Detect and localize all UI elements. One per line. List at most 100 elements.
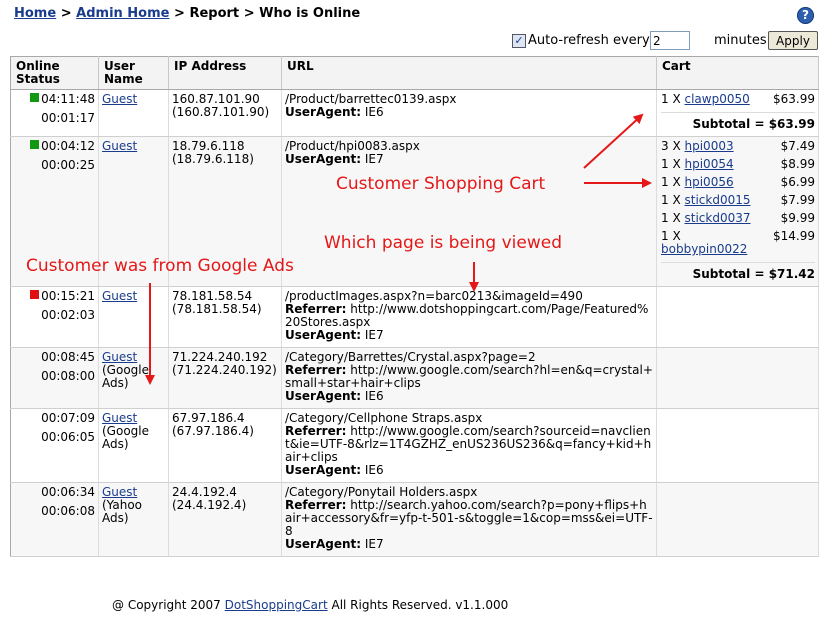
cart-price: $14.99 — [773, 229, 815, 243]
visitor-source: (Google Ads) — [102, 424, 149, 451]
minutes-label: minutes — [714, 33, 767, 48]
user-agent-label: UserAgent: — [285, 463, 362, 477]
cart-item-link[interactable]: bobbypin0022 — [661, 242, 747, 256]
status-indicator-icon — [30, 140, 40, 149]
ip-address-cell: 78.181.58.54 (78.181.58.54) — [168, 286, 282, 348]
cart-line-item: 1 X hpi0056 $6.99 — [661, 176, 815, 189]
online-time: 00:08:45 — [41, 350, 95, 364]
cart-item-link[interactable]: hpi0054 — [685, 157, 734, 171]
cart-price: $9.99 — [780, 211, 815, 225]
online-status-cell: 04:11:48 00:01:17 — [10, 89, 99, 137]
breadcrumb-admin-home-link[interactable]: Admin Home — [76, 6, 169, 21]
cart-price: $6.99 — [780, 175, 815, 189]
breadcrumb-separator: > — [174, 6, 185, 21]
user-agent-label: UserAgent: — [285, 537, 362, 551]
cart-qty: 1 X — [661, 92, 681, 106]
subtotal-value: $63.99 — [768, 117, 815, 131]
user-name-cell: Guest (Yahoo Ads) — [98, 482, 169, 557]
subtotal-value: $71.42 — [768, 267, 815, 281]
column-header-url[interactable]: URL — [281, 56, 657, 90]
annotation-google-ads: Customer was from Google Ads — [26, 256, 294, 276]
breadcrumb-separator: > — [243, 6, 255, 21]
user-link[interactable]: Guest — [102, 411, 137, 425]
referrer-label: Referrer: — [285, 302, 347, 316]
breadcrumb-home-link[interactable]: Home — [14, 6, 56, 21]
column-header-cart[interactable]: Cart — [656, 56, 819, 90]
cart-line-item: 1 X clawp0050 $63.99 — [661, 93, 815, 106]
user-agent-value: IE6 — [364, 389, 384, 403]
cart-price: $7.99 — [780, 193, 815, 207]
cart-cell — [656, 347, 819, 409]
ip-address-resolved: (18.79.6.118) — [172, 152, 254, 166]
user-link[interactable]: Guest — [102, 92, 137, 106]
auto-refresh-label: Auto-refresh every — [528, 33, 650, 48]
user-link[interactable]: Guest — [102, 485, 137, 499]
user-link[interactable]: Guest — [102, 289, 137, 303]
user-agent-label: UserAgent: — [285, 389, 362, 403]
column-header-user[interactable]: User Name — [98, 56, 169, 90]
ip-address-resolved: (160.87.101.90) — [172, 105, 270, 119]
cart-qty: 1 X — [661, 157, 681, 171]
user-link[interactable]: Guest — [102, 350, 137, 364]
auto-refresh-checkbox[interactable]: ✓ — [512, 34, 526, 48]
user-name-cell: Guest (Google Ads) — [98, 347, 169, 409]
user-link[interactable]: Guest — [102, 139, 137, 153]
cart-item-link[interactable]: stickd0037 — [685, 211, 751, 225]
ip-address-cell: 71.224.240.192 (71.224.240.192) — [168, 347, 282, 409]
status-indicator-icon — [30, 93, 40, 102]
cart-item-link[interactable]: hpi0003 — [685, 139, 734, 153]
status-indicator-icon — [30, 290, 40, 299]
referrer-label: Referrer: — [285, 424, 347, 438]
user-agent-value: IE6 — [364, 463, 384, 477]
page-title: Who is Online — [259, 6, 361, 21]
user-agent-value: IE7 — [364, 537, 384, 551]
cart-qty: 1 X — [661, 229, 681, 243]
refresh-minutes-input[interactable] — [650, 31, 690, 50]
cart-cell — [656, 286, 819, 348]
table-row: 00:07:09 00:06:05 Guest (Google Ads) 67.97.1… — [10, 408, 819, 483]
url-cell: /productImages.aspx?n=barc0213&imageId=4… — [281, 286, 657, 348]
user-agent-value: IE7 — [364, 152, 384, 166]
cart-subtotal: Subtotal = $63.99 — [661, 112, 815, 131]
footer-rights: All Rights Reserved. v1.1.000 — [331, 598, 509, 612]
cart-item-link[interactable]: stickd0015 — [685, 193, 751, 207]
visitor-source: (Yahoo Ads) — [102, 498, 143, 525]
annotation-page-viewed: Which page is being viewed — [324, 233, 563, 253]
cart-item-link[interactable]: clawp0050 — [685, 92, 750, 106]
idle-time: 00:06:05 — [41, 430, 95, 444]
footer: @ Copyright 2007 DotShoppingCart All Rig… — [112, 598, 508, 612]
cart-cell — [656, 408, 819, 483]
cart-cell — [656, 482, 819, 557]
online-status-cell: 00:07:09 00:06:05 — [10, 408, 99, 483]
cart-line-item: 3 X hpi0003 $7.49 — [661, 140, 815, 153]
user-agent-label: UserAgent: — [285, 105, 362, 119]
cart-line-item: 1 X stickd0015 $7.99 — [661, 194, 815, 207]
url-cell: /Product/barrettec0139.aspx UserAgent: IE… — [281, 89, 657, 137]
cart-qty: 1 X — [661, 193, 681, 207]
table-row: 00:06:34 00:06:08 Guest (Yahoo Ads) 24.4.192… — [10, 482, 819, 557]
online-status-cell: 00:06:34 00:06:08 — [10, 482, 99, 557]
cart-price: $7.49 — [780, 139, 815, 153]
online-time: 04:11:48 — [41, 92, 95, 106]
cart-item-link[interactable]: hpi0056 — [685, 175, 734, 189]
user-agent-label: UserAgent: — [285, 328, 362, 342]
help-icon[interactable]: ? — [797, 7, 814, 24]
user-name-cell: Guest — [98, 89, 169, 137]
online-time: 00:04:12 — [41, 139, 95, 153]
ip-address-resolved: (71.224.240.192) — [172, 363, 277, 377]
table-row: 04:11:48 00:01:17 Guest 160.87.101.90 (160.8… — [10, 89, 819, 137]
referrer-label: Referrer: — [285, 498, 347, 512]
idle-time: 00:06:08 — [41, 504, 95, 518]
cart-qty: 1 X — [661, 211, 681, 225]
ip-address-resolved: (24.4.192.4) — [172, 498, 247, 512]
column-header-ip[interactable]: IP Address — [168, 56, 282, 90]
cart-price: $63.99 — [773, 92, 815, 106]
column-header-status[interactable]: Online Status — [10, 56, 99, 90]
cart-line-item: 1 X bobbypin0022 $14.99 — [661, 230, 815, 256]
cart-qty: 3 X — [661, 139, 681, 153]
idle-time: 00:02:03 — [41, 308, 95, 322]
annotation-customer-shopping-cart: Customer Shopping Cart — [336, 174, 546, 194]
apply-button[interactable]: Apply — [768, 31, 818, 50]
footer-dotshoppingcart-link[interactable]: DotShoppingCart — [225, 598, 328, 612]
user-agent-value: IE7 — [364, 328, 384, 342]
